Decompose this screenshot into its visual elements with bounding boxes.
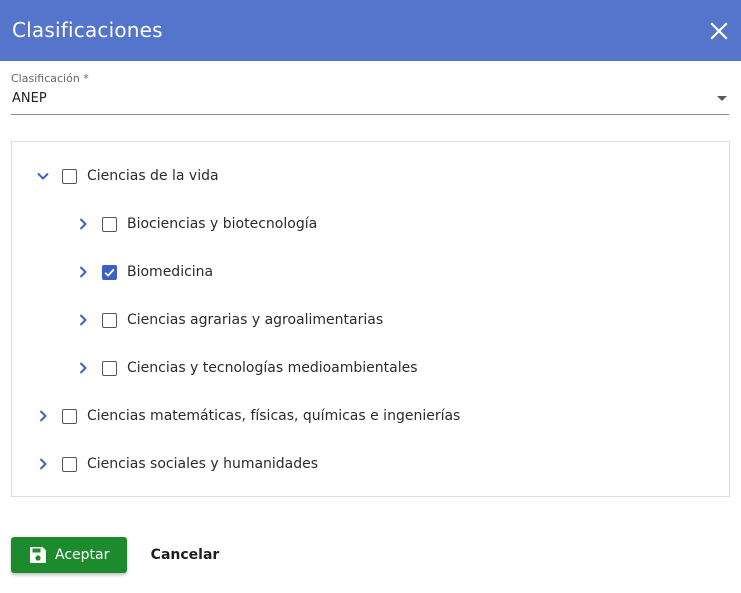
tree-node-checkbox[interactable] (62, 456, 77, 472)
clasificacion-label: Clasificación * (11, 72, 89, 85)
tree-node-biomedicina: Biomedicina (76, 258, 213, 286)
tree-node-ciencias-matematicas: Ciencias matemáticas, físicas, químicas … (36, 402, 460, 430)
tree-node-label: Ciencias y tecnologías medioambientales (127, 360, 418, 376)
tree-node-checkbox[interactable] (102, 216, 117, 232)
tree-node-ciencias-medioambientales: Ciencias y tecnologías medioambientales (76, 354, 418, 382)
tree-node-ciencias-agrarias: Ciencias agrarias y agroalimentarias (76, 306, 383, 334)
tree-node-toggle[interactable] (76, 217, 90, 231)
check-icon (104, 268, 115, 277)
tree-node-toggle[interactable] (76, 313, 90, 327)
tree-node-label: Biomedicina (127, 264, 214, 280)
accept-label: Aceptar (55, 547, 110, 563)
chevron-right-icon (39, 410, 47, 422)
clasificacion-value: ANEP (12, 91, 47, 106)
tree-node-checkbox[interactable] (102, 312, 117, 328)
dialog-title: Clasificaciones (12, 18, 163, 42)
tree-node-ciencias-sociales: Ciencias sociales y humanidades (36, 450, 318, 478)
classification-tree: Ciencias de la vida Biociencias y biotec… (11, 141, 730, 497)
tree-node-checkbox[interactable] (62, 168, 77, 184)
accept-button[interactable]: Aceptar (11, 537, 127, 573)
tree-node-label: Ciencias matemáticas, físicas, químicas … (87, 408, 461, 424)
clasificaciones-dialog: Clasificaciones Clasificación * ANEP Cie… (0, 0, 741, 593)
tree-node-label: Biociencias y biotecnología (127, 216, 318, 232)
tree-node-label: Ciencias agrarias y agroalimentarias (127, 312, 384, 328)
tree-node-label: Ciencias de la vida (87, 168, 219, 184)
chevron-right-icon (39, 458, 47, 470)
tree-node-checkbox[interactable] (62, 408, 77, 424)
tree-node-toggle[interactable] (36, 457, 50, 471)
dialog-header: Clasificaciones (0, 0, 741, 61)
chevron-right-icon (79, 266, 87, 278)
chevron-right-icon (79, 314, 87, 326)
tree-node-biociencias: Biociencias y biotecnología (76, 210, 317, 238)
clasificacion-select[interactable]: Clasificación * ANEP (11, 70, 729, 115)
chevron-down-icon (37, 172, 49, 180)
tree-node-ciencias-de-la-vida: Ciencias de la vida (36, 162, 219, 190)
cancel-button[interactable]: Cancelar (140, 537, 230, 573)
tree-node-toggle[interactable] (76, 265, 90, 279)
chevron-right-icon (79, 362, 87, 374)
tree-node-label: Ciencias sociales y humanidades (87, 456, 319, 472)
tree-node-toggle[interactable] (76, 361, 90, 375)
chevron-right-icon (79, 218, 87, 230)
tree-node-checkbox-checked[interactable] (102, 264, 117, 280)
tree-node-checkbox[interactable] (102, 360, 117, 376)
close-icon (710, 22, 728, 40)
close-button[interactable] (707, 19, 731, 43)
tree-node-toggle[interactable] (36, 409, 50, 423)
save-icon (30, 547, 46, 563)
arrow-drop-down-icon[interactable] (717, 96, 727, 101)
tree-node-toggle[interactable] (36, 169, 50, 183)
